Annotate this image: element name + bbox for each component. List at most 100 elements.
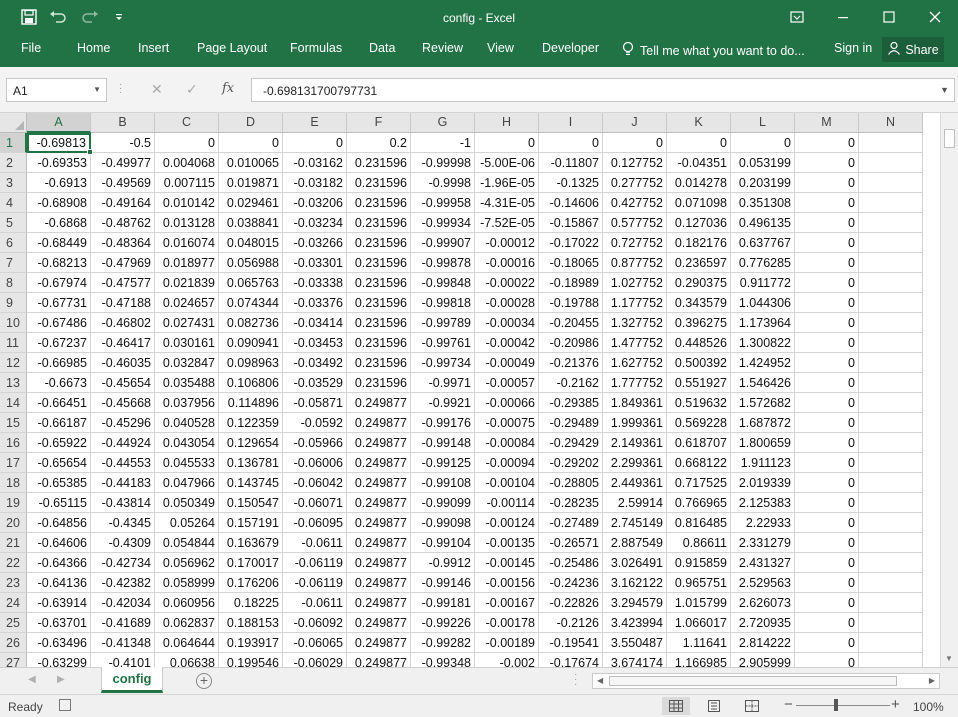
cell-l1[interactable]: 0 (731, 133, 795, 153)
cell-l18[interactable]: 2.019339 (731, 473, 795, 493)
cell-c5[interactable]: 0.013128 (155, 213, 219, 233)
cell-f1[interactable]: 0.2 (347, 133, 411, 153)
cell-a9[interactable]: -0.67731 (27, 293, 91, 313)
row-header-16[interactable]: 16 (0, 433, 27, 453)
cell-i9[interactable]: -0.19788 (539, 293, 603, 313)
cell-b23[interactable]: -0.42382 (91, 573, 155, 593)
cell-h26[interactable]: -0.00189 (475, 633, 539, 653)
cell-k4[interactable]: 0.071098 (667, 193, 731, 213)
row-header-13[interactable]: 13 (0, 373, 27, 393)
cell-j4[interactable]: 0.427752 (603, 193, 667, 213)
cell-n15[interactable] (859, 413, 923, 433)
cell-m8[interactable]: 0 (795, 273, 859, 293)
cell-e15[interactable]: -0.0592 (283, 413, 347, 433)
add-sheet-icon[interactable]: + (196, 673, 212, 689)
cell-h13[interactable]: -0.00057 (475, 373, 539, 393)
cell-b19[interactable]: -0.43814 (91, 493, 155, 513)
ribbon-display-options-icon[interactable] (774, 0, 820, 33)
cell-l24[interactable]: 2.626073 (731, 593, 795, 613)
cell-h24[interactable]: -0.00167 (475, 593, 539, 613)
cell-i6[interactable]: -0.17022 (539, 233, 603, 253)
select-all-button[interactable] (0, 113, 27, 133)
cell-k8[interactable]: 0.290375 (667, 273, 731, 293)
cell-e21[interactable]: -0.0611 (283, 533, 347, 553)
cell-e27[interactable]: -0.06029 (283, 653, 347, 667)
name-box[interactable]: A1 ▼ (6, 78, 107, 102)
cell-h14[interactable]: -0.00066 (475, 393, 539, 413)
zoom-out-icon[interactable]: − (784, 696, 793, 713)
cell-l8[interactable]: 0.911772 (731, 273, 795, 293)
formula-input[interactable]: -0.698131700797731 ▼ (251, 78, 955, 102)
column-header-g[interactable]: G (411, 113, 475, 133)
cell-i12[interactable]: -0.21376 (539, 353, 603, 373)
cell-d24[interactable]: 0.18225 (219, 593, 283, 613)
cell-f18[interactable]: 0.249877 (347, 473, 411, 493)
cell-d26[interactable]: 0.193917 (219, 633, 283, 653)
cell-i27[interactable]: -0.17674 (539, 653, 603, 667)
row-header-7[interactable]: 7 (0, 253, 27, 273)
cell-i14[interactable]: -0.29385 (539, 393, 603, 413)
cell-k26[interactable]: 1.11641 (667, 633, 731, 653)
cell-j6[interactable]: 0.727752 (603, 233, 667, 253)
cell-n6[interactable] (859, 233, 923, 253)
cell-b16[interactable]: -0.44924 (91, 433, 155, 453)
cell-a10[interactable]: -0.67486 (27, 313, 91, 333)
row-header-14[interactable]: 14 (0, 393, 27, 413)
cell-k2[interactable]: -0.04351 (667, 153, 731, 173)
cell-k12[interactable]: 0.500392 (667, 353, 731, 373)
cell-m5[interactable]: 0 (795, 213, 859, 233)
cell-k6[interactable]: 0.182176 (667, 233, 731, 253)
row-header-27[interactable]: 27 (0, 653, 27, 667)
row-header-6[interactable]: 6 (0, 233, 27, 253)
cell-c10[interactable]: 0.027431 (155, 313, 219, 333)
tab-splitter-icon[interactable]: · · · (574, 670, 577, 690)
chevron-down-icon[interactable]: ▼ (93, 85, 101, 94)
next-sheet-icon[interactable]: ▶ (57, 674, 65, 685)
cell-g20[interactable]: -0.99098 (411, 513, 475, 533)
cell-c23[interactable]: 0.058999 (155, 573, 219, 593)
cell-b14[interactable]: -0.45668 (91, 393, 155, 413)
cell-m16[interactable]: 0 (795, 433, 859, 453)
cell-d19[interactable]: 0.150547 (219, 493, 283, 513)
cell-c22[interactable]: 0.056962 (155, 553, 219, 573)
cell-c2[interactable]: 0.004068 (155, 153, 219, 173)
cell-a5[interactable]: -0.6868 (27, 213, 91, 233)
tell-me-search[interactable]: Tell me what you want to do... (622, 41, 805, 60)
cell-l6[interactable]: 0.637767 (731, 233, 795, 253)
cell-k25[interactable]: 1.066017 (667, 613, 731, 633)
cell-f13[interactable]: 0.231596 (347, 373, 411, 393)
cell-m23[interactable]: 0 (795, 573, 859, 593)
cell-m7[interactable]: 0 (795, 253, 859, 273)
cell-d14[interactable]: 0.114896 (219, 393, 283, 413)
cell-i17[interactable]: -0.29202 (539, 453, 603, 473)
cell-b12[interactable]: -0.46035 (91, 353, 155, 373)
minimize-icon[interactable] (820, 0, 866, 33)
cell-b24[interactable]: -0.42034 (91, 593, 155, 613)
cell-b2[interactable]: -0.49977 (91, 153, 155, 173)
cell-l5[interactable]: 0.496135 (731, 213, 795, 233)
cell-g1[interactable]: -1 (411, 133, 475, 153)
cell-d8[interactable]: 0.065763 (219, 273, 283, 293)
cell-j16[interactable]: 2.149361 (603, 433, 667, 453)
row-header-26[interactable]: 26 (0, 633, 27, 653)
sign-in-link[interactable]: Sign in (834, 41, 872, 55)
cell-j27[interactable]: 3.674174 (603, 653, 667, 667)
cell-i13[interactable]: -0.2162 (539, 373, 603, 393)
cell-m15[interactable]: 0 (795, 413, 859, 433)
cell-j17[interactable]: 2.299361 (603, 453, 667, 473)
column-header-h[interactable]: H (475, 113, 539, 133)
vertical-scroll-thumb[interactable] (944, 129, 955, 148)
row-header-19[interactable]: 19 (0, 493, 27, 513)
zoom-slider-track[interactable] (796, 705, 890, 706)
cell-k1[interactable]: 0 (667, 133, 731, 153)
cell-g26[interactable]: -0.99282 (411, 633, 475, 653)
fill-handle[interactable] (87, 149, 93, 155)
cell-m18[interactable]: 0 (795, 473, 859, 493)
cell-m19[interactable]: 0 (795, 493, 859, 513)
cell-h5[interactable]: -7.52E-05 (475, 213, 539, 233)
cell-b3[interactable]: -0.49569 (91, 173, 155, 193)
cell-a12[interactable]: -0.66985 (27, 353, 91, 373)
cell-a15[interactable]: -0.66187 (27, 413, 91, 433)
cell-c9[interactable]: 0.024657 (155, 293, 219, 313)
cell-c24[interactable]: 0.060956 (155, 593, 219, 613)
